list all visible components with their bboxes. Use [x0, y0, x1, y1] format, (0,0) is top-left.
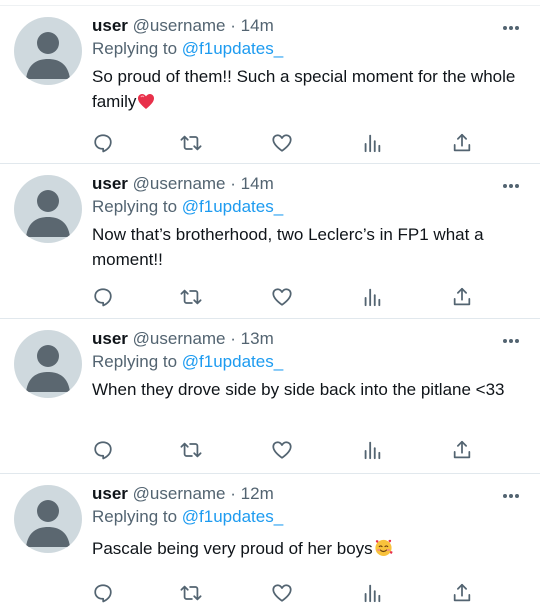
avatar[interactable] [14, 485, 82, 553]
retweet-icon[interactable] [180, 286, 202, 308]
mention-link[interactable]: @f1updates_ [182, 39, 283, 58]
views-icon[interactable] [361, 132, 383, 154]
tweet-text-content: Now that’s brotherhood, two Leclerc’s in… [92, 225, 484, 269]
tweet-header: user @username · 13m [92, 329, 274, 349]
display-name[interactable]: user [92, 329, 128, 348]
views-icon[interactable] [361, 582, 383, 604]
user-handle[interactable]: @username [133, 329, 226, 348]
mention-link[interactable]: @f1updates_ [182, 507, 283, 526]
heart-icon[interactable] [271, 286, 293, 308]
heart-icon[interactable] [271, 132, 293, 154]
tweet-actions [92, 132, 472, 156]
timestamp[interactable]: 14m [241, 16, 274, 35]
reply-icon[interactable] [92, 286, 114, 308]
reply-tweet[interactable]: user @username · 14m Replying to @f1upda… [0, 163, 540, 318]
tweet-text-content: When they drove side by side back into t… [92, 380, 505, 399]
display-name[interactable]: user [92, 174, 128, 193]
replying-to-label: Replying to [92, 197, 178, 216]
replying-to: Replying to @f1updates_ [92, 351, 283, 373]
replying-to-label: Replying to [92, 352, 178, 371]
tweet-header: user @username · 14m [92, 16, 274, 36]
smiling-face-with-hearts-icon [374, 538, 393, 564]
reply-tweet[interactable]: user @username · 14m Replying to @f1upda… [0, 5, 540, 163]
mention-link[interactable]: @f1updates_ [182, 197, 283, 216]
share-icon[interactable] [451, 286, 473, 308]
avatar[interactable] [14, 17, 82, 85]
replying-to: Replying to @f1updates_ [92, 506, 283, 528]
replying-to-label: Replying to [92, 39, 178, 58]
user-handle[interactable]: @username [133, 16, 226, 35]
display-name[interactable]: user [92, 484, 128, 503]
retweet-icon[interactable] [180, 132, 202, 154]
more-horizontal-icon[interactable] [502, 18, 520, 30]
tweet-header: user @username · 14m [92, 174, 274, 194]
timestamp[interactable]: 12m [241, 484, 274, 503]
timestamp[interactable]: 13m [241, 329, 274, 348]
tweet-actions [92, 439, 472, 463]
mention-link[interactable]: @f1updates_ [182, 352, 283, 371]
user-handle[interactable]: @username [133, 484, 226, 503]
avatar[interactable] [14, 175, 82, 243]
heart-icon[interactable] [271, 582, 293, 604]
retweet-icon[interactable] [180, 439, 202, 461]
tweet-text: Now that’s brotherhood, two Leclerc’s in… [92, 222, 522, 272]
red-heart-icon [137, 92, 155, 117]
replying-to: Replying to @f1updates_ [92, 196, 283, 218]
heart-icon[interactable] [271, 439, 293, 461]
replying-to-label: Replying to [92, 507, 178, 526]
tweet-text: So proud of them!! Such a special moment… [92, 64, 522, 117]
separator-dot: · [230, 484, 236, 503]
separator-dot: · [230, 329, 236, 348]
reply-icon[interactable] [92, 132, 114, 154]
display-name[interactable]: user [92, 16, 128, 35]
reply-tweet[interactable]: user @username · 13m Replying to @f1upda… [0, 318, 540, 473]
reply-tweet[interactable]: user @username · 12m Replying to @f1upda… [0, 473, 540, 612]
user-handle[interactable]: @username [133, 174, 226, 193]
more-horizontal-icon[interactable] [502, 176, 520, 188]
views-icon[interactable] [361, 439, 383, 461]
tweet-text: Pascale being very proud of her boys [92, 536, 522, 564]
share-icon[interactable] [451, 132, 473, 154]
tweet-text: When they drove side by side back into t… [92, 377, 522, 402]
share-icon[interactable] [451, 439, 473, 461]
tweet-actions [92, 582, 472, 606]
tweet-header: user @username · 12m [92, 484, 274, 504]
more-horizontal-icon[interactable] [502, 331, 520, 343]
share-icon[interactable] [451, 582, 473, 604]
reply-icon[interactable] [92, 439, 114, 461]
tweet-actions [92, 286, 472, 310]
separator-dot: · [230, 174, 236, 193]
views-icon[interactable] [361, 286, 383, 308]
separator-dot: · [230, 16, 236, 35]
replying-to: Replying to @f1updates_ [92, 38, 283, 60]
avatar[interactable] [14, 330, 82, 398]
retweet-icon[interactable] [180, 582, 202, 604]
tweet-text-content: So proud of them!! Such a special moment… [92, 67, 516, 111]
reply-icon[interactable] [92, 582, 114, 604]
more-horizontal-icon[interactable] [502, 486, 520, 498]
timestamp[interactable]: 14m [241, 174, 274, 193]
tweet-text-content: Pascale being very proud of her boys [92, 539, 373, 558]
